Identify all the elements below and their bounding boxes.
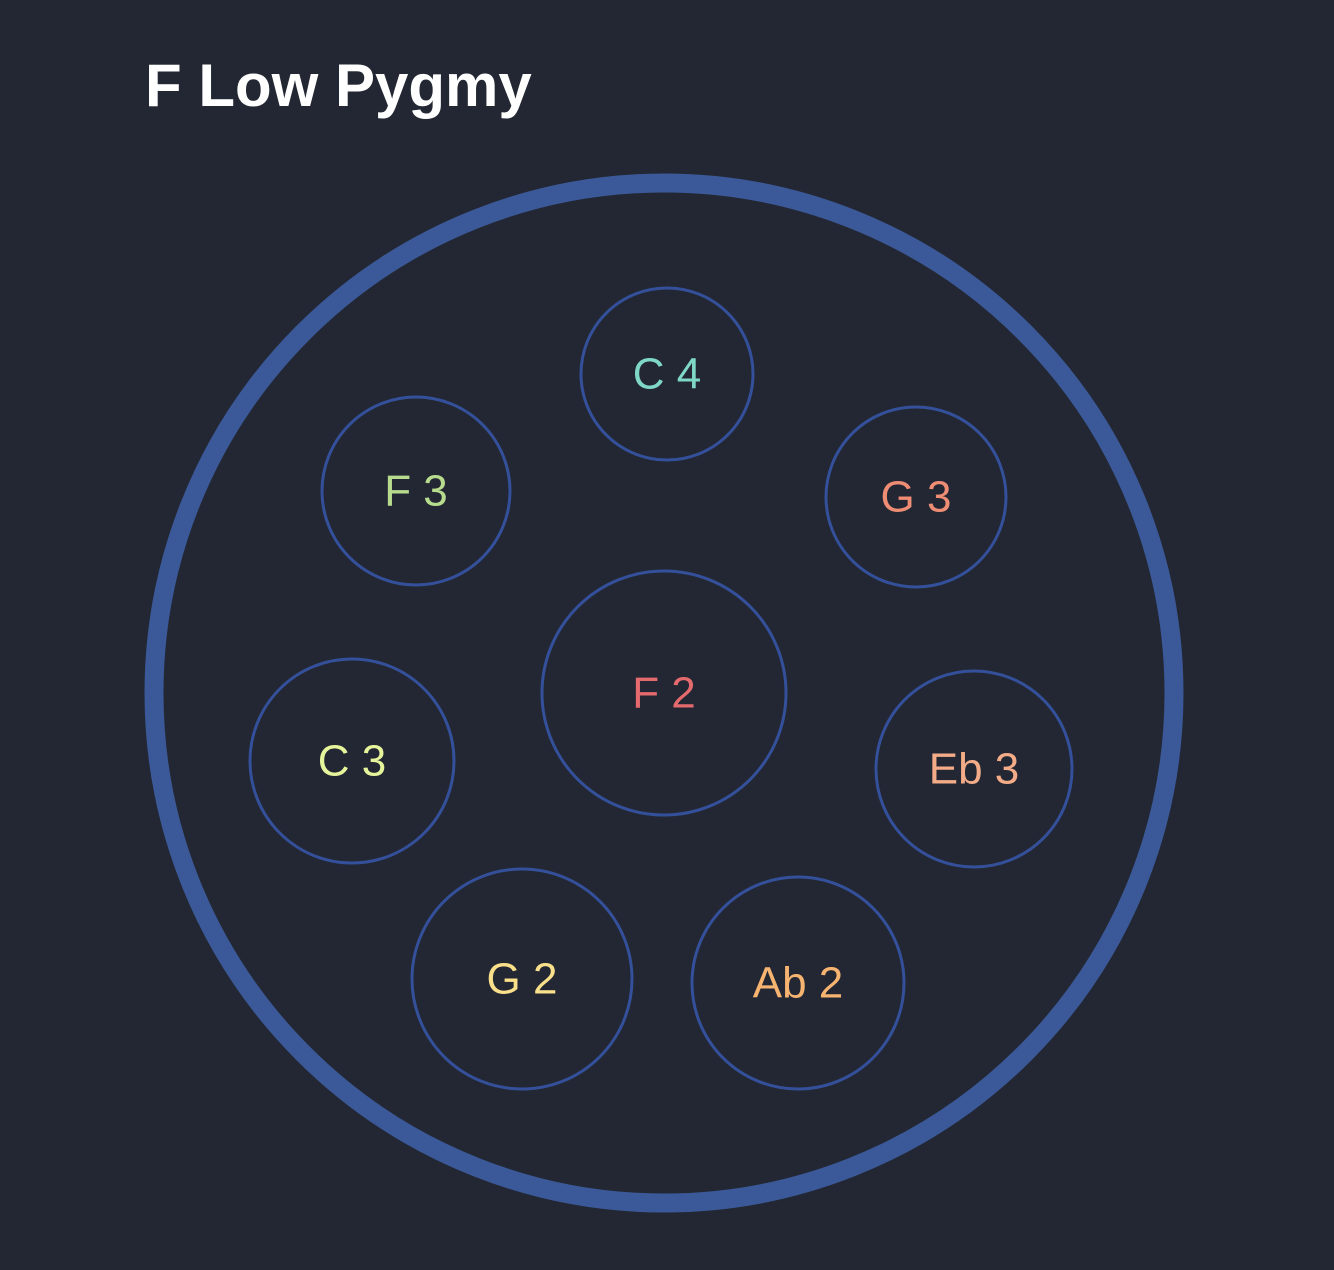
note-c4-label: C 4 <box>633 350 701 399</box>
note-g3[interactable]: G 3 <box>824 405 1008 589</box>
note-ab2[interactable]: Ab 2 <box>690 875 906 1091</box>
note-eb3[interactable]: Eb 3 <box>874 669 1074 869</box>
note-g3-label: G 3 <box>881 473 952 522</box>
note-f3-label: F 3 <box>384 467 448 516</box>
note-g2-label: G 2 <box>487 955 558 1004</box>
note-eb3-label: Eb 3 <box>929 745 1020 794</box>
note-ding-label: F 2 <box>632 669 696 718</box>
note-f3[interactable]: F 3 <box>320 395 512 587</box>
note-c3[interactable]: C 3 <box>248 657 456 865</box>
note-ding[interactable]: F 2 <box>540 569 788 817</box>
note-g2[interactable]: G 2 <box>410 867 634 1091</box>
handpan-diagram: F 2 C 4 F 3 G 3 C 3 Eb 3 G 2 Ab 2 <box>144 173 1184 1213</box>
scale-page: F Low Pygmy F 2 C 4 F 3 G 3 C 3 Eb 3 G 2… <box>0 0 1334 1270</box>
note-c4[interactable]: C 4 <box>579 286 755 462</box>
note-ab2-label: Ab 2 <box>753 959 844 1008</box>
note-c3-label: C 3 <box>318 737 386 786</box>
